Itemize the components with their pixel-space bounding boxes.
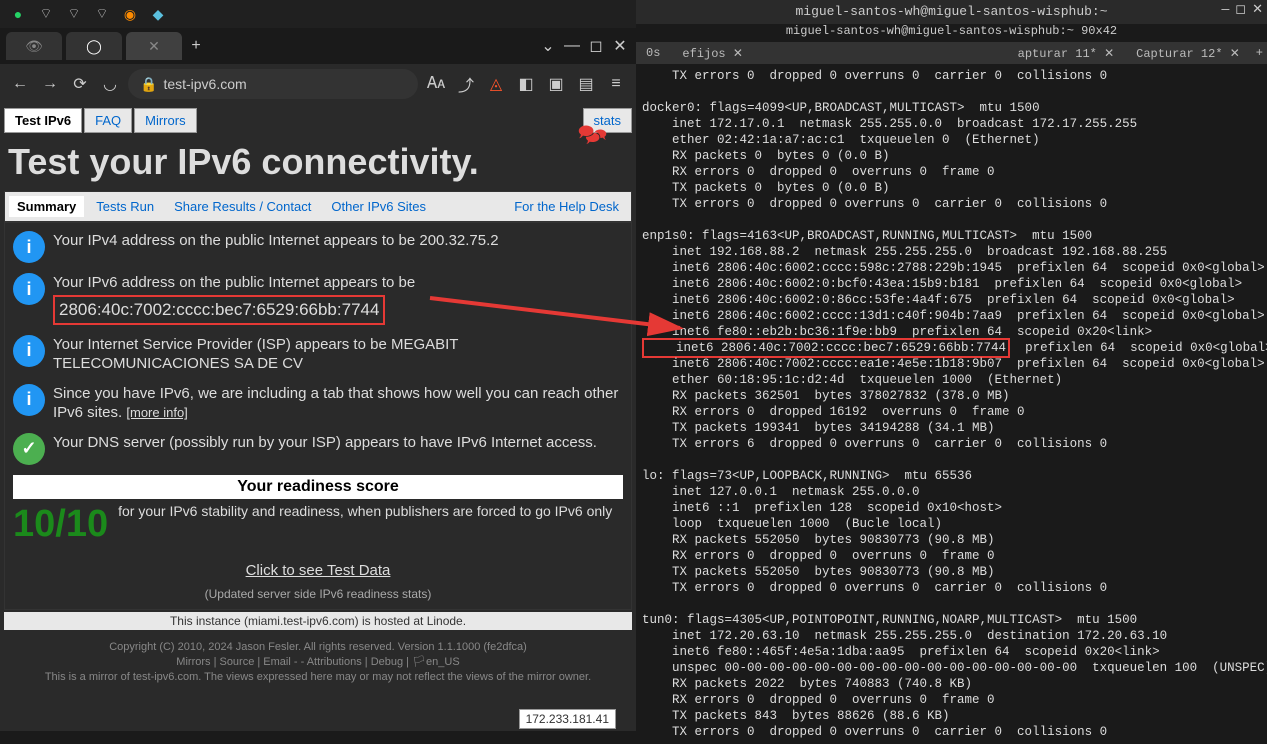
page-title: Test your IPv6 connectivity. xyxy=(8,141,628,183)
term-output-top: TX errors 0 dropped 0 overruns 0 carrier… xyxy=(642,69,1265,339)
os-topbar: ● ⌔ ⌔ ⌔ ◉ ◆ xyxy=(0,0,636,28)
terminal-output[interactable]: TX errors 0 dropped 0 overruns 0 carrier… xyxy=(636,64,1267,744)
tab-test-ipv6-main[interactable]: Test IPv6 xyxy=(4,108,82,133)
terminal-subtitle: miguel-santos-wh@miguel-santos-wisphub:~… xyxy=(636,24,1267,42)
tab-github[interactable]: ◯ xyxy=(66,32,122,60)
menu-icon[interactable]: ≡ xyxy=(604,72,628,96)
url-bar[interactable]: 🔒 test-ipv6.com xyxy=(128,69,418,99)
tab-mirrors[interactable]: Mirrors xyxy=(134,108,196,133)
page-content: Test IPv6 FAQ Mirrors stats 🗫 Test your … xyxy=(0,104,636,690)
term-minimize-icon[interactable]: — xyxy=(1221,2,1229,17)
more-info-link[interactable]: [more info] xyxy=(126,405,187,420)
wifi-icon-1[interactable]: ⌔ xyxy=(34,2,58,26)
whatsapp-icon[interactable]: ● xyxy=(6,2,30,26)
check-icon: ✓ xyxy=(13,433,45,465)
minimize-icon[interactable]: — xyxy=(560,34,584,58)
address-bar-row: ← → ⟳ ◡ 🔒 test-ipv6.com 🗛 ⤴ ◬ ◧ ▣ ▤ ≡ xyxy=(0,64,636,104)
forward-button[interactable]: → xyxy=(38,72,62,96)
app-icon-1[interactable]: ◉ xyxy=(118,2,142,26)
wifi-icon-2[interactable]: ⌔ xyxy=(62,2,86,26)
wifi-icon-3[interactable]: ⌔ xyxy=(90,2,114,26)
sub-nav-tabs: Summary Tests Run Share Results / Contac… xyxy=(4,191,632,222)
tab-test-ipv6[interactable]: ✕ xyxy=(126,32,182,60)
dns-text: Your DNS server (possibly run by your IS… xyxy=(53,433,597,453)
reload-button[interactable]: ⟳ xyxy=(68,72,92,96)
subtab-tests[interactable]: Tests Run xyxy=(88,196,162,217)
ipv4-address: 200.32.75.2 xyxy=(419,232,498,249)
info-icon: i xyxy=(13,384,45,416)
term-close-icon[interactable]: ✕ xyxy=(1252,2,1263,17)
ext-icon-1[interactable]: ◧ xyxy=(514,72,538,96)
info-icon: i xyxy=(13,231,45,263)
test-data-row: Click to see Test Data xyxy=(13,562,623,579)
url-text: test-ipv6.com xyxy=(163,76,246,92)
browser-tab-bar: 👁 ◯ ✕ + ⌄ — ◻ ✕ xyxy=(0,28,636,64)
readiness-score: 10/10 xyxy=(13,503,108,546)
info-icon: i xyxy=(13,335,45,367)
subtab-other[interactable]: Other IPv6 Sites xyxy=(323,196,434,217)
translate-icon[interactable]: 🗛 xyxy=(424,72,448,96)
term-tab-1[interactable]: 0s xyxy=(640,46,666,60)
instance-note: This instance (miami.test-ipv6.com) is h… xyxy=(4,612,632,630)
ext-icon-2[interactable]: ▣ xyxy=(544,72,568,96)
test-data-link[interactable]: Test Data xyxy=(327,562,390,579)
lock-icon: 🔒 xyxy=(140,76,157,93)
isp-text: Your Internet Service Provider (ISP) app… xyxy=(53,335,623,374)
new-tab-button[interactable]: + xyxy=(184,34,208,58)
tab-faq[interactable]: FAQ xyxy=(84,108,132,133)
terminal-window-controls: — ◻ ✕ xyxy=(1221,2,1263,17)
subtab-summary[interactable]: Summary xyxy=(9,196,84,217)
main-nav-tabs: Test IPv6 FAQ Mirrors stats xyxy=(4,108,632,133)
ipv4-label: Your IPv4 address on the public Internet… xyxy=(53,232,415,249)
terminal-title: miguel-santos-wh@miguel-santos-wisphub:~ xyxy=(636,0,1267,24)
term-maximize-icon[interactable]: ◻ xyxy=(1235,2,1246,17)
result-ipv6-tab: i Since you have IPv6, we are including … xyxy=(13,384,623,423)
results-panel: i Your IPv4 address on the public Intern… xyxy=(4,222,632,610)
info-icon: i xyxy=(13,273,45,305)
term-tab-4[interactable]: Capturar 12* ✕ xyxy=(1130,46,1246,61)
readiness-header: Your readiness score xyxy=(13,475,623,499)
close-window-icon[interactable]: ✕ xyxy=(608,34,632,58)
term-hl-suffix: prefixlen 64 scopeid 0x0<global> xyxy=(1010,341,1267,355)
readiness-score-row: 10/10 for your IPv6 stability and readin… xyxy=(13,503,623,546)
ipv6-label: Your IPv6 address on the public Internet… xyxy=(53,273,415,293)
app-icon-2[interactable]: ◆ xyxy=(146,2,170,26)
result-dns: ✓ Your DNS server (possibly run by your … xyxy=(13,433,623,465)
subtab-help[interactable]: For the Help Desk xyxy=(506,196,627,217)
result-ipv4: i Your IPv4 address on the public Intern… xyxy=(13,231,623,263)
term-tab-2[interactable]: efijos ✕ xyxy=(676,46,748,61)
browser-window: ● ⌔ ⌔ ⌔ ◉ ◆ 👁 ◯ ✕ + ⌄ — ◻ ✕ ← → ⟳ ◡ 🔒 te… xyxy=(0,0,636,731)
page-footer: Copyright (C) 2010, 2024 Jason Fesler. A… xyxy=(4,640,632,686)
term-tab-add-icon[interactable]: + xyxy=(1256,46,1263,60)
result-ipv6: i Your IPv6 address on the public Intern… xyxy=(13,273,623,325)
terminal-window: miguel-santos-wh@miguel-santos-wisphub:~… xyxy=(636,0,1267,731)
ext-icon-3[interactable]: ▤ xyxy=(574,72,598,96)
copyright: Copyright (C) 2010, 2024 Jason Fesler. A… xyxy=(4,640,632,655)
brave-shield-icon[interactable]: ◬ xyxy=(484,72,508,96)
maximize-icon[interactable]: ◻ xyxy=(584,34,608,58)
dropdown-icon[interactable]: ⌄ xyxy=(536,34,560,58)
subtab-share[interactable]: Share Results / Contact xyxy=(166,196,319,217)
client-ip-box: 172.233.181.41 xyxy=(519,709,616,729)
back-button[interactable]: ← xyxy=(8,72,32,96)
mirror-note: This is a mirror of test-ipv6.com. The v… xyxy=(4,670,632,685)
term-output-bottom: inet6 2806:40c:7002:cccc:ea1e:4e5e:1b18:… xyxy=(642,357,1267,739)
result-isp: i Your Internet Service Provider (ISP) a… xyxy=(13,335,623,374)
footer-links[interactable]: Mirrors | Source | Email - - Attribution… xyxy=(4,655,632,670)
readiness-desc: for your IPv6 stability and readiness, w… xyxy=(118,503,612,519)
share-icon[interactable]: ⤴ xyxy=(454,72,478,96)
term-highlighted-line: inet6 2806:40c:7002:cccc:bec7:6529:66bb:… xyxy=(642,338,1010,358)
bookmark-icon[interactable]: ◡ xyxy=(98,72,122,96)
term-tab-3[interactable]: apturar 11* ✕ xyxy=(1012,46,1120,61)
editor-tabs: 0s efijos ✕ apturar 11* ✕ Capturar 12* ✕… xyxy=(636,42,1267,64)
updated-note: (Updated server side IPv6 readiness stat… xyxy=(13,587,623,601)
click-prefix: Click to see xyxy=(246,562,327,579)
tab-1[interactable]: 👁 xyxy=(6,32,62,60)
ipv6-address-highlighted: 2806:40c:7002:cccc:bec7:6529:66bb:7744 xyxy=(53,295,385,325)
translate-badge-icon[interactable]: 🗫 xyxy=(578,118,618,148)
